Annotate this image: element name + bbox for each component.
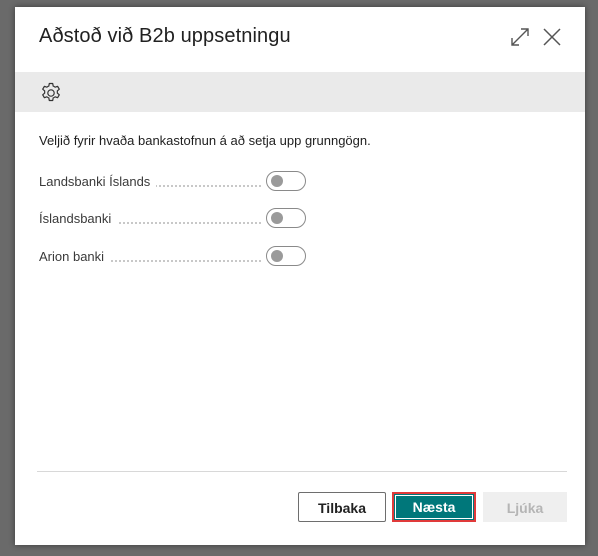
bank-label: Landsbanki Íslands bbox=[39, 174, 157, 189]
expand-button[interactable] bbox=[508, 25, 532, 49]
footer-divider bbox=[37, 471, 567, 472]
back-button[interactable]: Tilbaka bbox=[298, 492, 386, 522]
expand-icon bbox=[511, 28, 529, 46]
toggle-islandsbanki[interactable] bbox=[266, 208, 306, 228]
close-icon bbox=[543, 28, 561, 46]
wizard-dialog: Aðstoð við B2b uppsetningu Veljið fyrir … bbox=[15, 7, 585, 545]
close-button[interactable] bbox=[540, 25, 564, 49]
bank-label: Íslandsbanki bbox=[39, 211, 118, 226]
dialog-title: Aðstoð við B2b uppsetningu bbox=[39, 25, 291, 47]
toggle-knob bbox=[271, 212, 283, 224]
bank-row-arion: Arion banki bbox=[39, 246, 309, 268]
finish-button[interactable]: Ljúka bbox=[483, 492, 567, 522]
bank-row-landsbanki: Landsbanki Íslands bbox=[39, 171, 309, 193]
toggle-arion[interactable] bbox=[266, 246, 306, 266]
instruction-text: Veljið fyrir hvaða bankastofnun á að set… bbox=[39, 133, 371, 148]
action-toolbar bbox=[15, 72, 585, 112]
next-button[interactable]: Næsta bbox=[392, 492, 476, 522]
toggle-landsbanki[interactable] bbox=[266, 171, 306, 191]
bank-row-islandsbanki: Íslandsbanki bbox=[39, 208, 309, 230]
toggle-knob bbox=[271, 250, 283, 262]
settings-button[interactable] bbox=[39, 81, 63, 105]
bank-label: Arion banki bbox=[39, 249, 111, 264]
gear-icon bbox=[42, 82, 60, 102]
toggle-knob bbox=[271, 175, 283, 187]
